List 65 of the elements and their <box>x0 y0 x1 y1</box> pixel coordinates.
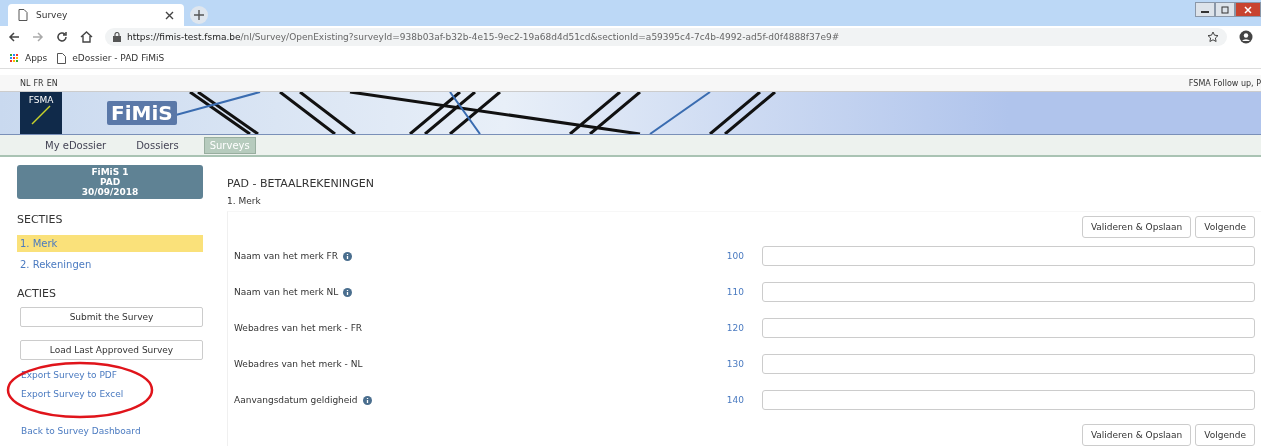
minimize-button[interactable] <box>1195 2 1215 17</box>
field-label: Naam van het merk NL <box>234 287 339 297</box>
section-heading: SECTIES <box>17 213 64 226</box>
field-label: Webadres van het merk - FR <box>234 323 363 333</box>
home-icon[interactable] <box>80 31 93 43</box>
form-button[interactable]: Valideren & Opslaan <box>1081 424 1192 446</box>
form-button[interactable]: Volgende <box>1195 216 1255 238</box>
action-button[interactable]: Load Last Approved Survey <box>20 340 203 360</box>
field-code: 110 <box>725 287 744 297</box>
language-link[interactable]: FR <box>33 78 44 88</box>
input-field[interactable] <box>762 318 1255 338</box>
apps-grid-icon <box>10 53 19 63</box>
language-link[interactable]: NL <box>20 78 31 88</box>
page-title: PAD - BETAALREKENINGEN <box>227 177 375 190</box>
window-close-button[interactable] <box>1235 2 1261 17</box>
info-icon[interactable] <box>362 395 372 405</box>
info-icon[interactable] <box>343 287 353 297</box>
nav-tab[interactable]: My eDossier <box>40 137 112 153</box>
back-icon[interactable] <box>8 31 20 43</box>
browser-tab[interactable]: Survey <box>8 4 184 26</box>
lock-icon <box>113 32 121 42</box>
nav-tab[interactable]: Dossiers <box>131 137 184 153</box>
account-icon[interactable] <box>1239 30 1253 44</box>
close-icon[interactable] <box>165 10 174 20</box>
maximize-icon <box>1221 5 1229 14</box>
survey-card-text: 30/09/2018 <box>81 187 139 197</box>
form-button[interactable]: Volgende <box>1195 424 1255 446</box>
bookmark[interactable]: eDossier - PAD FiMiS <box>57 52 165 64</box>
field-code: 140 <box>725 395 744 405</box>
bookmark[interactable]: Apps <box>10 53 48 63</box>
input-field[interactable] <box>762 282 1255 302</box>
form-button[interactable]: Valideren & Opslaan <box>1081 216 1192 238</box>
input-field[interactable] <box>762 246 1255 266</box>
address-bar[interactable]: https://fimis-test.fsma.be/nl/Survey/OpenExisting?surveyId=938b03af-b32b-4e15-9ec2-19a68d4d51cd&sectionId=a59395c4-7c4b-4992-ad5f-d0f4888f37e9# <box>105 28 1227 46</box>
survey-card-text: PAD <box>99 177 121 187</box>
field-code: 130 <box>725 359 744 369</box>
language-link[interactable]: EN <box>46 78 58 88</box>
field-label: Naam van het merk FR <box>234 251 338 261</box>
new-tab-button[interactable] <box>190 6 208 24</box>
info-icon[interactable] <box>342 251 352 261</box>
logo-text: FSMA <box>28 95 54 105</box>
user-name: FSMA Follow up, P <box>1188 78 1261 88</box>
section-title: 1. Merk <box>227 196 262 206</box>
survey-card-text: FiMiS 1 <box>91 167 129 177</box>
input-field[interactable] <box>762 354 1255 374</box>
reload-icon[interactable] <box>56 31 68 43</box>
field-label: Webadres van het merk - NL <box>234 359 363 369</box>
app-name: FiMiS <box>107 101 177 125</box>
section-heading: ACTIES <box>17 287 57 300</box>
plus-icon <box>194 10 204 20</box>
section-item[interactable]: 1. Merk <box>17 235 203 252</box>
back-link[interactable]: Back to Survey Dashboard <box>21 426 141 436</box>
field-code: 120 <box>725 323 744 333</box>
export-link[interactable]: Export Survey to PDF <box>21 370 227 380</box>
field-label: Aanvangsdatum geldigheid <box>234 395 358 405</box>
section-item[interactable]: 2. Rekeningen <box>17 256 203 273</box>
star-icon[interactable] <box>1207 31 1219 43</box>
page-icon <box>18 9 28 21</box>
action-button[interactable]: Submit the Survey <box>20 307 203 327</box>
close-icon <box>1244 5 1252 14</box>
field-code: 100 <box>725 251 744 261</box>
slash-icon <box>31 105 51 125</box>
export-link[interactable]: Export Survey to Excel <box>21 389 227 399</box>
input-field[interactable] <box>762 390 1255 410</box>
page-icon <box>57 52 67 64</box>
